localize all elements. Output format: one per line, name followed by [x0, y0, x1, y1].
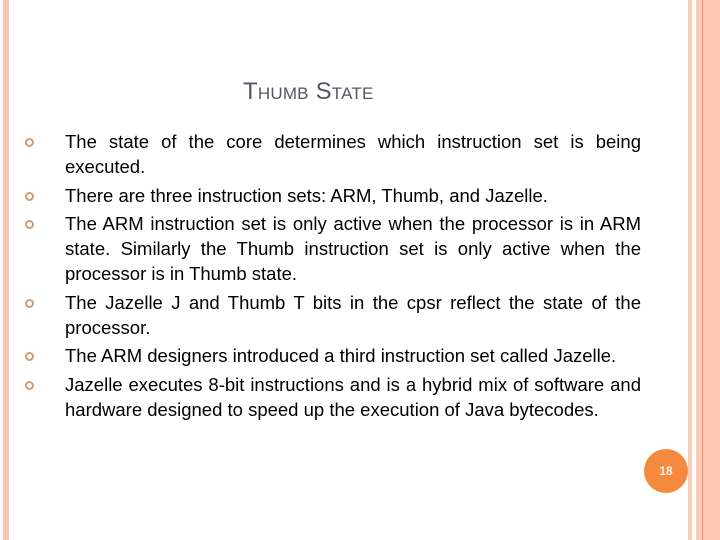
- bullet-text: The ARM instruction set is only active w…: [65, 213, 641, 284]
- hollow-circle-bullet-icon: [25, 191, 34, 201]
- right-border-stripe: [707, 0, 720, 540]
- right-border-stripe: [688, 0, 692, 540]
- hollow-circle-bullet-icon: [25, 220, 34, 229]
- hollow-circle-bullet-icon: [25, 352, 34, 361]
- slide: Thumb State The state of the core determ…: [0, 0, 720, 540]
- hollow-circle-bullet-icon: [25, 298, 34, 308]
- page-number-badge: 18: [644, 449, 688, 493]
- page-number: 18: [659, 464, 673, 478]
- bullet-item: There are three instruction sets: ARM, T…: [25, 183, 641, 208]
- hollow-circle-bullet-icon: [25, 380, 34, 390]
- bullet-text: Jazelle executes 8-bit instructions and …: [65, 373, 641, 420]
- bullet-item: The state of the core determines which i…: [25, 129, 641, 179]
- bullet-item: The ARM designers introduced a third ins…: [25, 343, 641, 368]
- bullet-list: The state of the core determines which i…: [25, 129, 641, 425]
- bullet-item: The Jazelle J and Thumb T bits in the cp…: [25, 290, 641, 340]
- bullet-text: The ARM designers introduced a third ins…: [65, 345, 617, 366]
- hollow-circle-bullet-icon: [25, 138, 34, 147]
- bullet-item: Jazelle executes 8-bit instructions and …: [25, 372, 641, 422]
- bullet-text: The Jazelle J and Thumb T bits in the cp…: [65, 291, 641, 338]
- bullet-text: There are three instruction sets: ARM, T…: [65, 184, 548, 206]
- left-border-stripe: [3, 0, 9, 540]
- slide-title: Thumb State: [243, 78, 374, 105]
- bullet-text: The state of the core determines which i…: [65, 131, 641, 177]
- bullet-item: The ARM instruction set is only active w…: [25, 211, 641, 286]
